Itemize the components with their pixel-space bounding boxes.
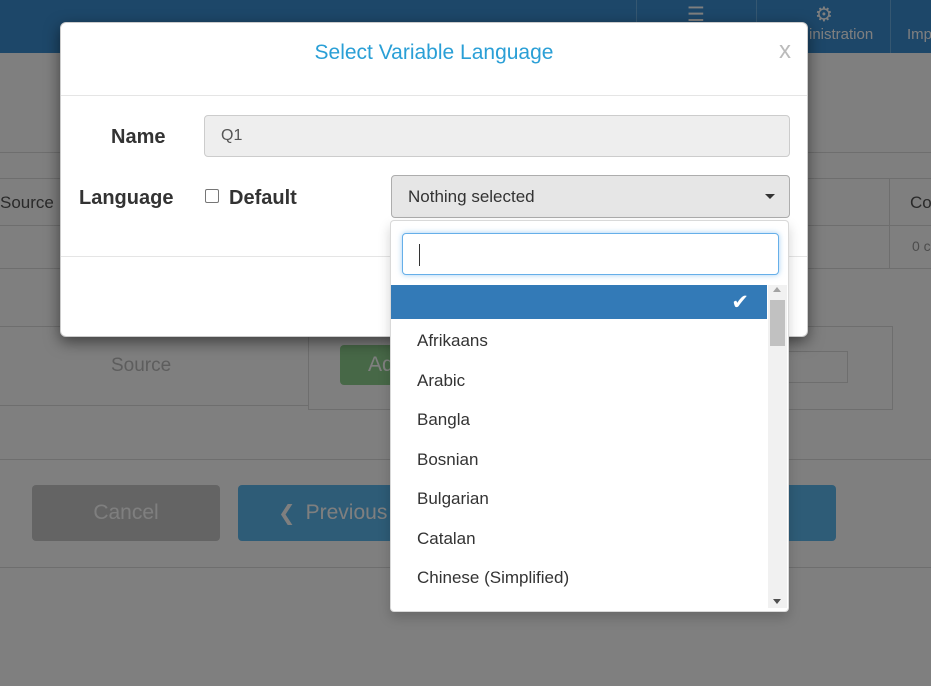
check-icon: ✔: [731, 291, 749, 314]
scrollbar-thumb[interactable]: [770, 300, 785, 346]
dropdown-scrollbar[interactable]: [768, 285, 787, 608]
scroll-down-arrow-icon[interactable]: [773, 599, 781, 604]
name-label: Name: [111, 126, 166, 148]
language-label: Language: [79, 187, 174, 209]
language-dropdown-menu: ✔ Afrikaans Arabic Bangla Bosnian Bulgar…: [390, 220, 789, 612]
language-option-arabic[interactable]: Arabic: [391, 364, 767, 398]
name-field[interactable]: Q1: [204, 115, 790, 157]
scroll-up-arrow-icon[interactable]: [773, 287, 781, 292]
default-checkbox[interactable]: [205, 189, 219, 203]
language-option-catalan[interactable]: Catalan: [391, 522, 767, 556]
language-search-input[interactable]: [402, 233, 779, 275]
language-options-list: ✔ Afrikaans Arabic Bangla Bosnian Bulgar…: [391, 285, 767, 610]
language-option-bosnian[interactable]: Bosnian: [391, 443, 767, 477]
language-option-bangla[interactable]: Bangla: [391, 403, 767, 437]
modal-header: Select Variable Language x: [61, 23, 807, 96]
language-option-chinese-simplified[interactable]: Chinese (Simplified): [391, 561, 767, 595]
language-select-value: Nothing selected: [408, 187, 535, 206]
caret-down-icon: [765, 194, 775, 199]
language-select[interactable]: Nothing selected: [391, 175, 790, 218]
language-option-afrikaans[interactable]: Afrikaans: [391, 324, 767, 358]
text-cursor: [419, 244, 420, 266]
close-icon[interactable]: x: [779, 39, 791, 63]
default-checkbox-label[interactable]: Default: [229, 187, 297, 210]
modal-title: Select Variable Language: [314, 41, 554, 64]
language-option-empty[interactable]: ✔: [391, 285, 767, 319]
language-option-bulgarian[interactable]: Bulgarian: [391, 482, 767, 516]
